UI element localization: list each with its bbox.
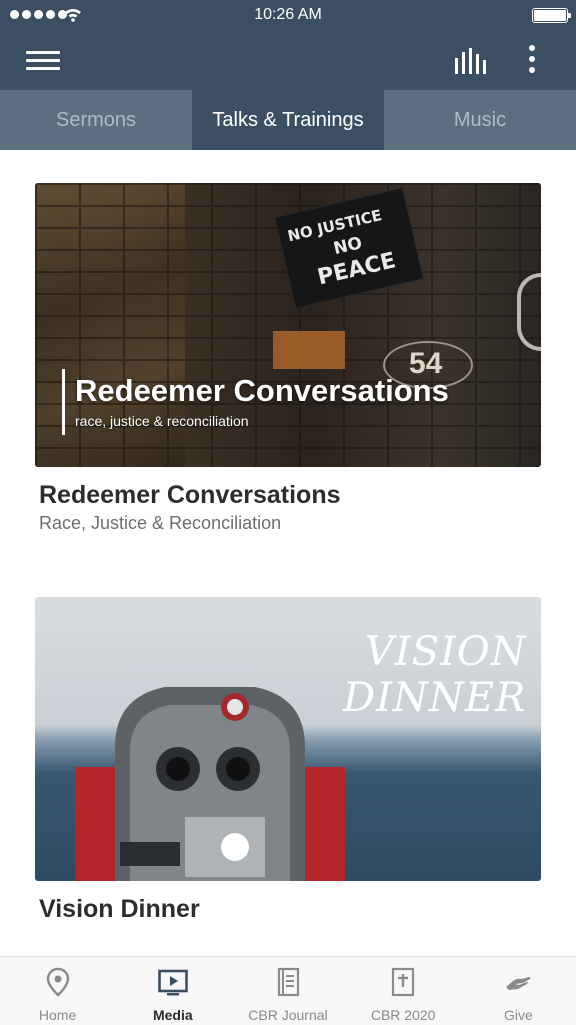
nav-label: Media xyxy=(152,1007,193,1023)
nav-home[interactable]: Home xyxy=(0,957,115,1025)
journal-icon xyxy=(277,967,300,997)
card-title[interactable]: Redeemer Conversations xyxy=(39,481,341,510)
play-screen-icon xyxy=(157,969,188,996)
tab-music[interactable]: Music xyxy=(384,90,576,150)
card-image[interactable]: VISION DINNER xyxy=(35,597,541,881)
media-tabs: Sermons Talks & Trainings Music xyxy=(0,90,576,150)
audio-bars-icon[interactable] xyxy=(452,48,490,74)
nav-label: Give xyxy=(503,1007,533,1023)
overlay-divider xyxy=(62,369,65,435)
nav-label: CBR 2020 xyxy=(370,1007,436,1023)
bottom-navigation: Home Media CBR Journal CBR 2020 Give xyxy=(0,956,576,1025)
nav-give[interactable]: Give xyxy=(461,957,576,1025)
nav-cbr-2020[interactable]: CBR 2020 xyxy=(346,957,461,1025)
location-pin-icon xyxy=(46,967,69,997)
card-subtitle: Race, Justice & Reconciliation xyxy=(39,513,282,533)
image-title-line2: DINNER xyxy=(343,675,527,721)
card-image[interactable]: NO JUSTICE NO PEACE 54 Redeemer Conversa… xyxy=(35,183,541,467)
nav-cbr-journal[interactable]: CBR Journal xyxy=(230,957,345,1025)
binocular-viewer-image xyxy=(75,687,345,881)
menu-icon[interactable] xyxy=(26,46,60,74)
image-title-line1: VISION xyxy=(365,629,527,675)
tab-sermons[interactable]: Sermons xyxy=(0,90,192,150)
status-time: 10:26 AM xyxy=(254,6,322,23)
image-title: Redeemer Conversations xyxy=(75,373,449,408)
battery-icon xyxy=(532,8,571,23)
more-options-icon[interactable] xyxy=(524,42,540,76)
bible-cross-icon xyxy=(392,967,415,997)
nav-media[interactable]: Media xyxy=(115,957,230,1025)
giving-hand-icon xyxy=(506,977,531,990)
tab-talks-trainings[interactable]: Talks & Trainings xyxy=(192,90,384,150)
status-bar: 10:26 AM xyxy=(0,0,576,30)
nav-label: CBR Journal xyxy=(248,1007,328,1023)
card-title[interactable]: Vision Dinner xyxy=(39,895,200,924)
image-subtitle: race, justice & reconciliation xyxy=(75,413,249,429)
nav-label: Home xyxy=(38,1007,77,1023)
app-bar xyxy=(0,30,576,90)
